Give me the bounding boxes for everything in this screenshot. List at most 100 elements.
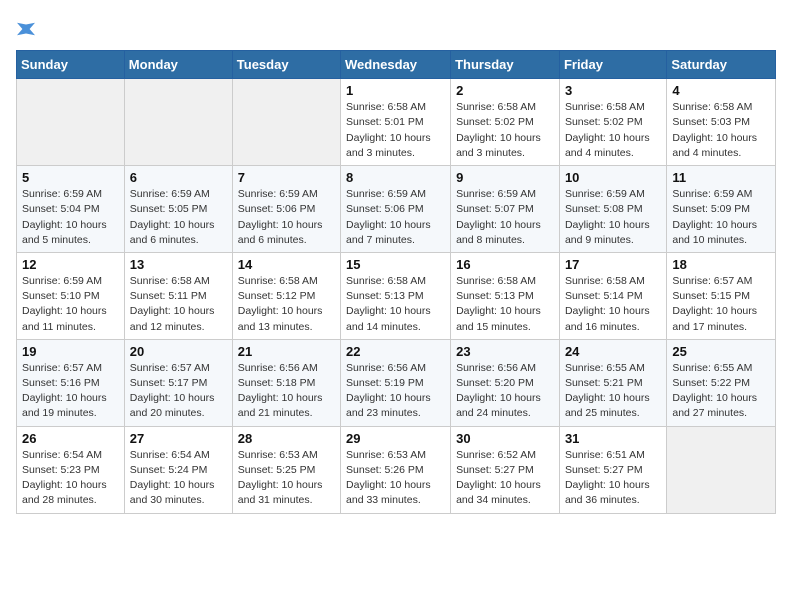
day-info: Sunrise: 6:58 AMSunset: 5:02 PMDaylight:… [565, 100, 661, 161]
day-info: Sunrise: 6:57 AMSunset: 5:15 PMDaylight:… [672, 274, 770, 335]
day-info: Sunrise: 6:59 AMSunset: 5:10 PMDaylight:… [22, 274, 119, 335]
calendar-cell [124, 79, 232, 166]
day-number: 3 [565, 83, 661, 98]
calendar-cell: 9 Sunrise: 6:59 AMSunset: 5:07 PMDaylight… [451, 166, 560, 253]
calendar-cell: 11Sunrise: 6:59 AMSunset: 5:09 PMDayligh… [667, 166, 776, 253]
calendar-cell: 28 Sunrise: 6:53 AMSunset: 5:25 PMDayligh… [232, 426, 340, 513]
day-number: 26 [22, 431, 119, 446]
day-info: Sunrise: 6:58 AMSunset: 5:02 PMDaylight:… [456, 100, 554, 161]
calendar-cell: 23 Sunrise: 6:56 AMSunset: 5:20 PMDayligh… [451, 339, 560, 426]
day-number: 6 [130, 170, 227, 185]
day-number: 1 [346, 83, 445, 98]
day-info: Sunrise: 6:59 AMSunset: 5:07 PMDaylight:… [456, 187, 554, 248]
day-info: Sunrise: 6:56 AMSunset: 5:18 PMDaylight:… [238, 361, 335, 422]
day-number: 19 [22, 344, 119, 359]
calendar-cell: 5 Sunrise: 6:59 AMSunset: 5:04 PMDaylight… [17, 166, 125, 253]
day-info: Sunrise: 6:52 AMSunset: 5:27 PMDaylight:… [456, 448, 554, 509]
day-info: Sunrise: 6:58 AMSunset: 5:14 PMDaylight:… [565, 274, 661, 335]
calendar-cell: 22 Sunrise: 6:56 AMSunset: 5:19 PMDayligh… [341, 339, 451, 426]
calendar-day-header: Saturday [667, 51, 776, 79]
calendar-table: SundayMondayTuesdayWednesdayThursdayFrid… [16, 50, 776, 513]
day-number: 21 [238, 344, 335, 359]
calendar-week-row: 1 Sunrise: 6:58 AMSunset: 5:01 PMDaylight… [17, 79, 776, 166]
day-number: 28 [238, 431, 335, 446]
calendar-cell: 19Sunrise: 6:57 AMSunset: 5:16 PMDayligh… [17, 339, 125, 426]
day-number: 11 [672, 170, 770, 185]
logo [16, 16, 35, 40]
calendar-cell: 4 Sunrise: 6:58 AMSunset: 5:03 PMDaylight… [667, 79, 776, 166]
calendar-day-header: Monday [124, 51, 232, 79]
day-number: 13 [130, 257, 227, 272]
calendar-cell: 8 Sunrise: 6:59 AMSunset: 5:06 PMDaylight… [341, 166, 451, 253]
calendar-cell [232, 79, 340, 166]
calendar-cell: 17 Sunrise: 6:58 AMSunset: 5:14 PMDayligh… [559, 252, 666, 339]
day-info: Sunrise: 6:55 AMSunset: 5:21 PMDaylight:… [565, 361, 661, 422]
calendar-cell: 6Sunrise: 6:59 AMSunset: 5:05 PMDaylight… [124, 166, 232, 253]
day-number: 14 [238, 257, 335, 272]
day-info: Sunrise: 6:58 AMSunset: 5:12 PMDaylight:… [238, 274, 335, 335]
calendar-cell: 7 Sunrise: 6:59 AMSunset: 5:06 PMDaylight… [232, 166, 340, 253]
day-number: 12 [22, 257, 119, 272]
day-info: Sunrise: 6:58 AMSunset: 5:13 PMDaylight:… [456, 274, 554, 335]
calendar-cell [667, 426, 776, 513]
day-number: 7 [238, 170, 335, 185]
day-number: 15 [346, 257, 445, 272]
day-info: Sunrise: 6:59 AMSunset: 5:06 PMDaylight:… [346, 187, 445, 248]
calendar-cell: 12 Sunrise: 6:59 AMSunset: 5:10 PMDayligh… [17, 252, 125, 339]
day-info: Sunrise: 6:57 AMSunset: 5:17 PMDaylight:… [130, 361, 227, 422]
calendar-day-header: Wednesday [341, 51, 451, 79]
day-number: 2 [456, 83, 554, 98]
day-number: 22 [346, 344, 445, 359]
page-header [16, 16, 776, 40]
day-number: 24 [565, 344, 661, 359]
calendar-week-row: 19Sunrise: 6:57 AMSunset: 5:16 PMDayligh… [17, 339, 776, 426]
calendar-cell: 27 Sunrise: 6:54 AMSunset: 5:24 PMDayligh… [124, 426, 232, 513]
calendar-week-row: 26Sunrise: 6:54 AMSunset: 5:23 PMDayligh… [17, 426, 776, 513]
calendar-cell: 26Sunrise: 6:54 AMSunset: 5:23 PMDayligh… [17, 426, 125, 513]
day-number: 31 [565, 431, 661, 446]
calendar-day-header: Thursday [451, 51, 560, 79]
calendar-header-row: SundayMondayTuesdayWednesdayThursdayFrid… [17, 51, 776, 79]
calendar-cell: 18Sunrise: 6:57 AMSunset: 5:15 PMDayligh… [667, 252, 776, 339]
day-number: 29 [346, 431, 445, 446]
calendar-cell: 21 Sunrise: 6:56 AMSunset: 5:18 PMDayligh… [232, 339, 340, 426]
calendar-cell: 25 Sunrise: 6:55 AMSunset: 5:22 PMDayligh… [667, 339, 776, 426]
day-info: Sunrise: 6:53 AMSunset: 5:25 PMDaylight:… [238, 448, 335, 509]
day-number: 25 [672, 344, 770, 359]
calendar-week-row: 5 Sunrise: 6:59 AMSunset: 5:04 PMDaylight… [17, 166, 776, 253]
day-info: Sunrise: 6:59 AMSunset: 5:08 PMDaylight:… [565, 187, 661, 248]
day-number: 27 [130, 431, 227, 446]
day-info: Sunrise: 6:58 AMSunset: 5:11 PMDaylight:… [130, 274, 227, 335]
day-info: Sunrise: 6:56 AMSunset: 5:20 PMDaylight:… [456, 361, 554, 422]
calendar-cell: 15Sunrise: 6:58 AMSunset: 5:13 PMDayligh… [341, 252, 451, 339]
day-number: 17 [565, 257, 661, 272]
calendar-cell: 14 Sunrise: 6:58 AMSunset: 5:12 PMDayligh… [232, 252, 340, 339]
day-number: 8 [346, 170, 445, 185]
day-info: Sunrise: 6:54 AMSunset: 5:24 PMDaylight:… [130, 448, 227, 509]
day-info: Sunrise: 6:55 AMSunset: 5:22 PMDaylight:… [672, 361, 770, 422]
day-info: Sunrise: 6:59 AMSunset: 5:04 PMDaylight:… [22, 187, 119, 248]
day-info: Sunrise: 6:58 AMSunset: 5:01 PMDaylight:… [346, 100, 445, 161]
calendar-cell: 30Sunrise: 6:52 AMSunset: 5:27 PMDayligh… [451, 426, 560, 513]
day-number: 10 [565, 170, 661, 185]
calendar-week-row: 12 Sunrise: 6:59 AMSunset: 5:10 PMDayligh… [17, 252, 776, 339]
calendar-cell: 3 Sunrise: 6:58 AMSunset: 5:02 PMDaylight… [559, 79, 666, 166]
day-info: Sunrise: 6:58 AMSunset: 5:03 PMDaylight:… [672, 100, 770, 161]
calendar-cell: 31 Sunrise: 6:51 AMSunset: 5:27 PMDayligh… [559, 426, 666, 513]
calendar-day-header: Sunday [17, 51, 125, 79]
calendar-cell [17, 79, 125, 166]
calendar-cell: 24 Sunrise: 6:55 AMSunset: 5:21 PMDayligh… [559, 339, 666, 426]
day-info: Sunrise: 6:59 AMSunset: 5:06 PMDaylight:… [238, 187, 335, 248]
calendar-day-header: Tuesday [232, 51, 340, 79]
calendar-cell: 10 Sunrise: 6:59 AMSunset: 5:08 PMDayligh… [559, 166, 666, 253]
calendar-cell: 13 Sunrise: 6:58 AMSunset: 5:11 PMDayligh… [124, 252, 232, 339]
day-number: 4 [672, 83, 770, 98]
day-number: 23 [456, 344, 554, 359]
day-number: 5 [22, 170, 119, 185]
day-number: 16 [456, 257, 554, 272]
day-number: 9 [456, 170, 554, 185]
calendar-cell: 20Sunrise: 6:57 AMSunset: 5:17 PMDayligh… [124, 339, 232, 426]
calendar-cell: 29Sunrise: 6:53 AMSunset: 5:26 PMDayligh… [341, 426, 451, 513]
day-info: Sunrise: 6:56 AMSunset: 5:19 PMDaylight:… [346, 361, 445, 422]
day-info: Sunrise: 6:51 AMSunset: 5:27 PMDaylight:… [565, 448, 661, 509]
